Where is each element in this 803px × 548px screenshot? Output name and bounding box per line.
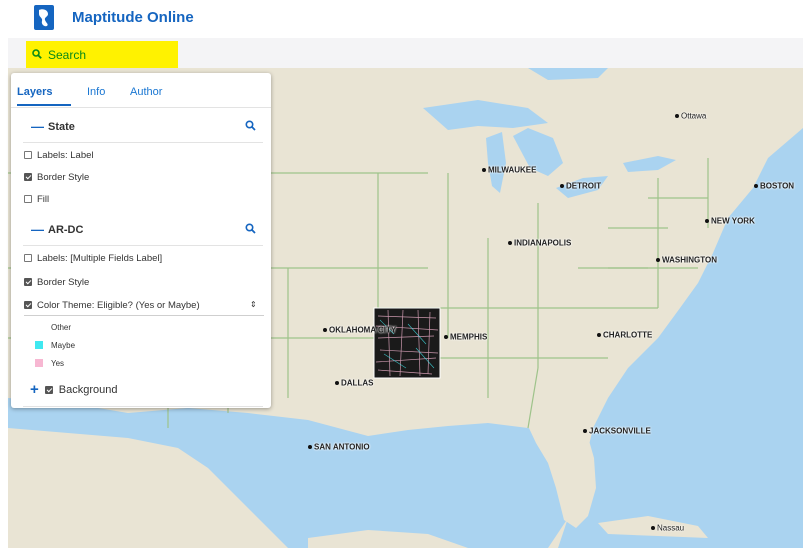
city-label-san-antonio: SAN ANTONIO [308, 442, 370, 451]
divider [23, 142, 263, 143]
layers-panel: Layers Info Author — State Labels: Label… [11, 73, 271, 408]
option-state-fill[interactable]: Fill [24, 191, 49, 207]
layer-header-ar-dc: — AR-DC [11, 218, 271, 244]
layer-header-state: — State [11, 115, 271, 141]
divider [23, 406, 263, 407]
checkbox[interactable] [24, 301, 32, 309]
checkbox[interactable] [24, 173, 32, 181]
checkbox[interactable] [24, 195, 32, 203]
tab-layers[interactable]: Layers [17, 86, 52, 98]
city-label-ottawa: Ottawa [675, 111, 706, 120]
layer-name-state: State [48, 121, 75, 133]
theme-select-icon[interactable]: ⇕ [250, 300, 257, 309]
expand-icon[interactable]: + [30, 382, 39, 397]
panel-tabs: Layers Info Author [11, 73, 271, 108]
checkbox[interactable] [44, 386, 53, 394]
city-label-washington: WASHINGTON [656, 255, 717, 264]
checkbox[interactable] [24, 151, 32, 159]
layer-name-background: Background [58, 384, 118, 396]
city-label-memphis: MEMPHIS [444, 332, 487, 341]
collapse-icon[interactable]: — [31, 222, 44, 237]
divider [23, 245, 263, 246]
legend-item-maybe: Maybe [35, 339, 75, 351]
zoom-to-layer-icon[interactable] [245, 223, 256, 237]
layer-name-ar-dc: AR-DC [48, 224, 84, 236]
checkbox[interactable] [24, 254, 32, 262]
legend-swatch [35, 359, 43, 367]
legend-item-other: Other [35, 321, 71, 333]
search-button[interactable]: Search [26, 41, 178, 69]
zoom-to-layer-icon[interactable] [245, 120, 256, 134]
city-label-milwaukee: MILWAUKEE [482, 165, 536, 174]
active-tab-indicator [17, 104, 71, 106]
app-logo-icon [34, 5, 54, 30]
city-label-dallas: DALLAS [335, 378, 373, 387]
city-label-jacksonville: JACKSONVILLE [583, 426, 651, 435]
layer-background[interactable]: + Background [30, 382, 118, 397]
city-label-detroit: DETROIT [560, 181, 601, 190]
city-label-indianapolis: INDIANAPOLIS [508, 238, 571, 247]
city-label-nassau: Nassau [651, 523, 684, 532]
city-label-oklahoma-city: OKLAHOMA CITY [323, 325, 396, 334]
option-ardc-color-theme[interactable]: Color Theme: Eligible? (Yes or Maybe) [24, 297, 200, 313]
tab-author[interactable]: Author [130, 86, 162, 98]
option-state-labels[interactable]: Labels: Label [24, 147, 94, 163]
city-label-charlotte: CHARLOTTE [597, 330, 652, 339]
app-header: Maptitude Online [0, 0, 803, 38]
collapse-icon[interactable]: — [31, 119, 44, 134]
tab-info[interactable]: Info [87, 86, 105, 98]
option-ardc-border-style[interactable]: Border Style [24, 274, 89, 290]
search-icon [32, 48, 42, 62]
theme-select-underline [24, 315, 264, 316]
app-title: Maptitude Online [72, 9, 194, 26]
legend-swatch [35, 323, 43, 331]
legend-item-yes: Yes [35, 357, 64, 369]
option-ardc-labels[interactable]: Labels: [Multiple Fields Label] [24, 250, 162, 266]
search-label: Search [48, 48, 87, 62]
legend-swatch [35, 341, 43, 349]
option-state-border-style[interactable]: Border Style [24, 169, 89, 185]
city-label-boston: BOSTON [754, 181, 794, 190]
city-label-new-york: NEW YORK [705, 216, 755, 225]
checkbox[interactable] [24, 278, 32, 286]
